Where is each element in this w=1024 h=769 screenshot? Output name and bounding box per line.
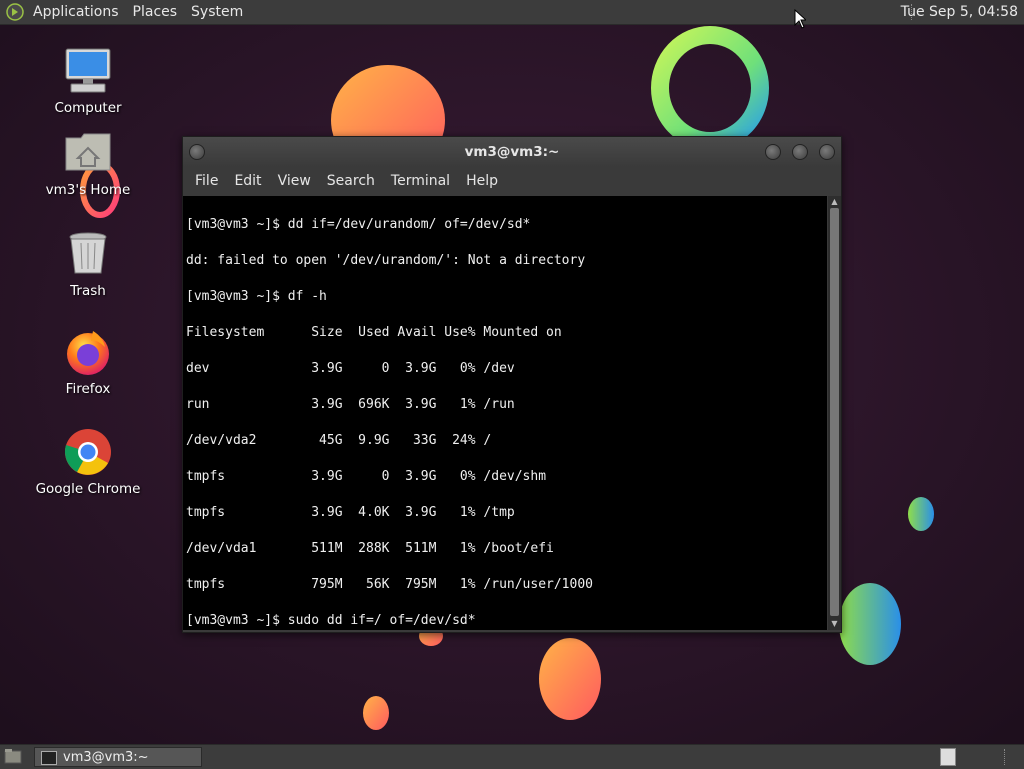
places-menu[interactable]: Places xyxy=(126,0,185,24)
scroll-down-icon[interactable]: ▼ xyxy=(828,618,841,630)
applications-menu[interactable]: Applications xyxy=(26,0,126,24)
menu-edit[interactable]: Edit xyxy=(226,167,269,195)
panel-separator xyxy=(1004,749,1007,765)
taskbar-button-label: vm3@vm3:~ xyxy=(63,750,149,765)
terminal-line: tmpfs 3.9G 0 3.9G 0% /dev/shm xyxy=(186,469,547,484)
terminal-window[interactable]: vm3@vm3:~ File Edit View Search Terminal… xyxy=(182,136,842,633)
desktop-icon-chrome[interactable]: Google Chrome xyxy=(33,427,143,497)
terminal-line: run 3.9G 696K 3.9G 1% /run xyxy=(186,397,515,412)
desktop-icon-firefox[interactable]: Firefox xyxy=(33,327,143,397)
desktop-icon-computer[interactable]: Computer xyxy=(33,46,143,116)
workspace-switcher[interactable] xyxy=(940,748,956,766)
maximize-icon[interactable] xyxy=(792,144,808,160)
desktop-icon-home[interactable]: vm3's Home xyxy=(33,128,143,198)
window-titlebar[interactable]: vm3@vm3:~ xyxy=(183,137,841,167)
scrollbar-thumb[interactable] xyxy=(830,208,839,616)
terminal-line: dd: failed to open '/dev/urandom/': Not … xyxy=(186,253,586,268)
desktop-icon-label: Google Chrome xyxy=(35,481,141,497)
terminal-output[interactable]: [vm3@vm3 ~]$ dd if=/dev/urandom/ of=/dev… xyxy=(183,196,827,630)
clock[interactable]: Tue Sep 5, 04:58 xyxy=(901,0,1018,24)
desktop-icon-label: Firefox xyxy=(65,381,111,397)
terminal-line: [vm3@vm3 ~]$ sudo dd if=/ of=/dev/sd* xyxy=(186,613,476,628)
desktop-icon-label: Trash xyxy=(70,283,106,299)
close-icon[interactable] xyxy=(819,144,835,160)
desktop-icon-label: vm3's Home xyxy=(45,182,131,198)
terminal-line: [vm3@vm3 ~]$ df -h xyxy=(186,289,327,304)
terminal-line: Filesystem Size Used Avail Use% Mounted … xyxy=(186,325,562,340)
top-panel: Applications Places System Tue Sep 5, 04… xyxy=(0,0,1024,25)
window-title: vm3@vm3:~ xyxy=(464,144,560,160)
terminal-icon xyxy=(41,751,57,765)
minimize-icon[interactable] xyxy=(765,144,781,160)
menu-terminal[interactable]: Terminal xyxy=(383,167,458,195)
terminal-line: [vm3@vm3 ~]$ dd if=/dev/urandom/ of=/dev… xyxy=(186,217,531,232)
mouse-cursor-icon xyxy=(794,9,806,29)
terminal-line: tmpfs 3.9G 4.0K 3.9G 1% /tmp xyxy=(186,505,515,520)
terminal-line: /dev/vda2 45G 9.9G 33G 24% / xyxy=(186,433,492,448)
terminal-line: dev 3.9G 0 3.9G 0% /dev xyxy=(186,361,515,376)
desktop-icon-trash[interactable]: Trash xyxy=(33,229,143,299)
menu-search[interactable]: Search xyxy=(319,167,383,195)
home-folder-icon xyxy=(65,133,111,171)
system-menu[interactable]: System xyxy=(184,0,250,24)
menu-help[interactable]: Help xyxy=(458,167,506,195)
bottom-panel: vm3@vm3:~ xyxy=(0,744,1024,769)
taskbar-button-terminal[interactable]: vm3@vm3:~ xyxy=(34,747,202,767)
distro-logo-icon[interactable] xyxy=(6,3,24,21)
trash-icon xyxy=(69,232,107,274)
desktop-icon-label: Computer xyxy=(54,100,122,116)
chrome-icon xyxy=(64,429,111,475)
firefox-icon xyxy=(67,331,109,375)
terminal-line: tmpfs 795M 56K 795M 1% /run/user/1000 xyxy=(186,577,593,592)
show-desktop-icon[interactable] xyxy=(4,748,22,764)
scroll-up-icon[interactable]: ▲ xyxy=(828,196,841,208)
window-menu-icon[interactable] xyxy=(189,144,205,160)
menu-file[interactable]: File xyxy=(187,167,226,195)
terminal-menubar: File Edit View Search Terminal Help xyxy=(183,167,841,195)
menu-view[interactable]: View xyxy=(270,167,319,195)
terminal-scrollbar[interactable]: ▲ ▼ xyxy=(828,196,841,630)
terminal-line: /dev/vda1 511M 288K 511M 1% /boot/efi xyxy=(186,541,554,556)
computer-icon xyxy=(65,48,111,93)
